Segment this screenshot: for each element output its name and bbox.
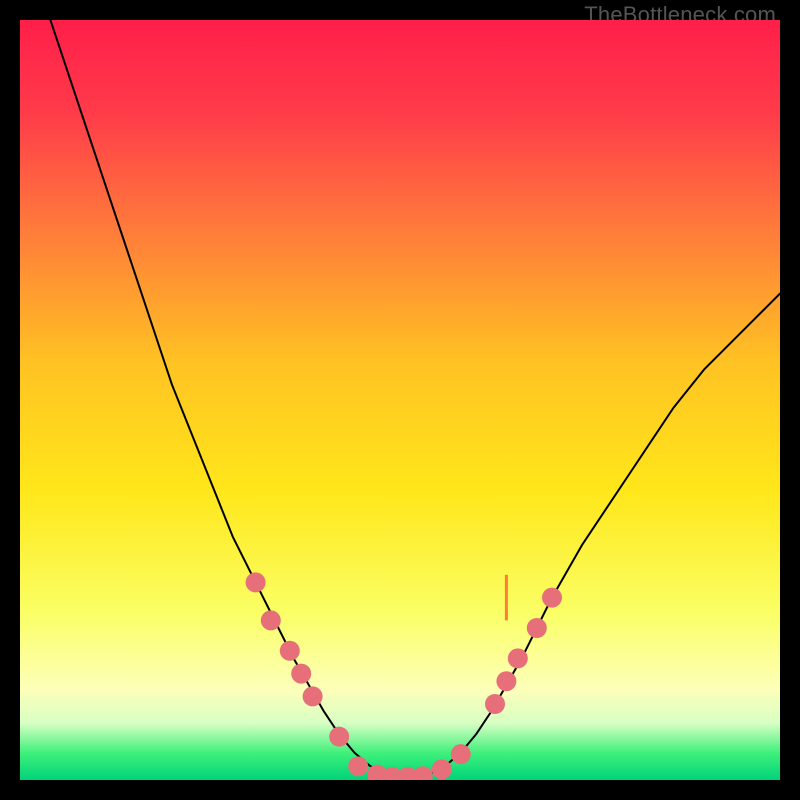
curve-dot [291,664,311,684]
curve-dot [329,727,349,747]
curve-dot [246,572,266,592]
bottleneck-chart [20,20,780,780]
curve-dot [451,744,471,764]
curve-dot [542,588,562,608]
curve-dot [348,756,368,776]
curve-dot [303,686,323,706]
curve-dot [496,671,516,691]
curve-dot [485,694,505,714]
curve-dot [432,759,452,779]
curve-dot [527,618,547,638]
chart-frame [20,20,780,780]
gradient-background [20,20,780,780]
curve-dot [280,641,300,661]
curve-dot [261,610,281,630]
curve-dot [508,648,528,668]
